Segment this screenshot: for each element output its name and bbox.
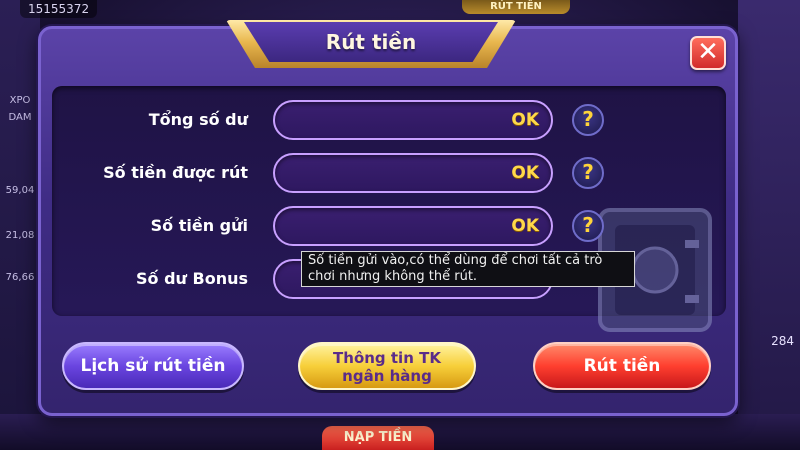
background-deposit-tab[interactable]: NẠP TIỀN xyxy=(322,426,434,450)
help-button-total-balance[interactable]: ? xyxy=(572,104,604,136)
label-withdrawable: Số tiền được rút xyxy=(103,163,248,182)
help-button-deposit[interactable]: ? xyxy=(572,210,604,242)
background-right-number: 284 xyxy=(771,334,794,348)
deposit-tooltip: Số tiền gửi vào,có thể dùng để chơi tất … xyxy=(301,251,635,287)
question-icon: ? xyxy=(582,107,594,131)
close-button[interactable]: ✕ xyxy=(690,36,726,70)
background-left-panel xyxy=(0,0,40,450)
withdraw-history-button[interactable]: Lịch sử rút tiền xyxy=(62,342,244,390)
background-top-tab: RÚT TIỀN xyxy=(462,0,570,14)
question-icon: ? xyxy=(582,160,594,184)
help-button-withdrawable[interactable]: ? xyxy=(572,157,604,189)
value-deposit: OK xyxy=(511,216,539,236)
bank-info-label-line1: Thông tin TK xyxy=(333,349,441,367)
background-side-text: 76,66 xyxy=(5,272,35,283)
dialog-title: Rút tiền xyxy=(244,22,498,62)
label-bonus-balance: Số dư Bonus xyxy=(136,269,248,288)
close-icon: ✕ xyxy=(697,37,719,67)
field-deposit: OK xyxy=(273,206,553,246)
question-icon: ? xyxy=(582,213,594,237)
background-side-text: 21,08 xyxy=(5,230,35,241)
background-side-text: DAM xyxy=(8,112,32,123)
label-deposit: Số tiền gửi xyxy=(150,216,248,235)
value-withdrawable: OK xyxy=(511,163,539,183)
background-side-text: 59,04 xyxy=(5,185,35,196)
background-side-text: XPO xyxy=(9,95,31,106)
label-total-balance: Tổng số dư xyxy=(148,110,248,129)
withdraw-button[interactable]: Rút tiền xyxy=(533,342,711,390)
field-withdrawable: OK xyxy=(273,153,553,193)
field-total-balance: OK xyxy=(273,100,553,140)
bank-info-label-line2: ngân hàng xyxy=(342,367,432,385)
background-balance: 15155372 xyxy=(20,0,98,18)
background-right-panel xyxy=(738,0,800,450)
bank-info-button[interactable]: Thông tin TK ngân hàng xyxy=(298,342,476,390)
value-total-balance: OK xyxy=(511,110,539,130)
